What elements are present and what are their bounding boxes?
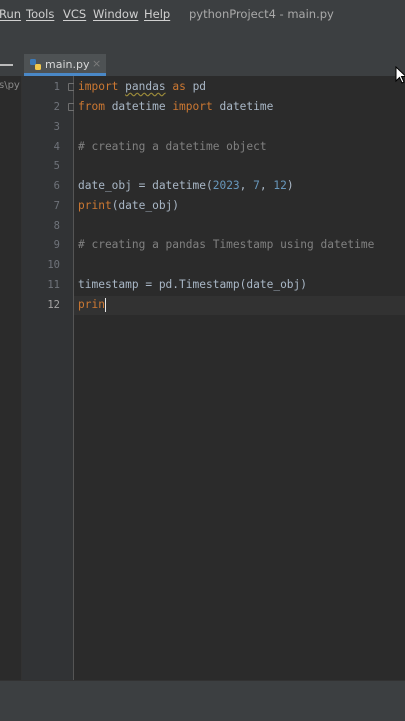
code-line-9[interactable]: # creating a pandas Timestamp using date… [78,235,374,254]
menu-bar: Run Tools VCS Window Help pythonProject4… [0,0,405,28]
line-number-current: 12 [47,299,60,311]
menu-help[interactable]: Help [144,7,170,21]
editor-tab-bar: main.py × [0,54,405,77]
line-number-gutter[interactable]: 1 2 3 4 5 6 7 8 9 10 11 12 [22,76,76,680]
status-bar [0,680,405,721]
line-number: 8 [53,220,60,232]
line-number: 4 [53,141,60,153]
line-number: 10 [47,259,60,271]
line-number: 7 [53,200,60,212]
mouse-cursor-icon [395,66,405,84]
window-title: pythonProject4 - main.py [189,7,334,21]
menu-vcs[interactable]: VCS [63,7,86,21]
code-editor[interactable]: import pandas as pd from datetime import… [74,76,405,680]
project-panel[interactable]: s\py [0,76,22,680]
hide-panel-icon[interactable] [0,64,13,66]
line-number: 2 [53,101,60,113]
menu-tools[interactable]: Tools [26,7,54,21]
line-number: 3 [53,121,60,133]
code-line-6[interactable]: date_obj = datetime(2023, 7, 12) [78,176,294,195]
code-line-7[interactable]: print(date_obj) [78,196,179,215]
line-number: 9 [53,239,60,251]
project-tree-fragment[interactable]: s\py [0,80,20,91]
line-number: 1 [53,81,60,93]
line-number: 5 [53,160,60,172]
code-line-1[interactable]: import pandas as pd [78,77,206,96]
current-line-highlight [74,296,405,315]
code-line-2[interactable]: from datetime import datetime [78,97,273,116]
text-caret [104,298,107,312]
tab-close-icon[interactable]: × [92,57,101,70]
line-number: 11 [47,279,60,291]
typed-text: prin [78,298,105,311]
python-file-icon [30,59,41,70]
code-line-11[interactable]: timestamp = pd.Timestamp(date_obj) [78,275,307,294]
menu-window[interactable]: Window [93,7,138,21]
tab-label: main.py [45,58,90,71]
code-line-12[interactable]: prin [78,295,107,314]
menu-run[interactable]: Run [0,7,21,21]
code-line-4[interactable]: # creating a datetime object [78,137,267,156]
toolbar [0,28,405,55]
tab-main-py[interactable]: main.py × [24,54,106,76]
line-number: 6 [53,180,60,192]
